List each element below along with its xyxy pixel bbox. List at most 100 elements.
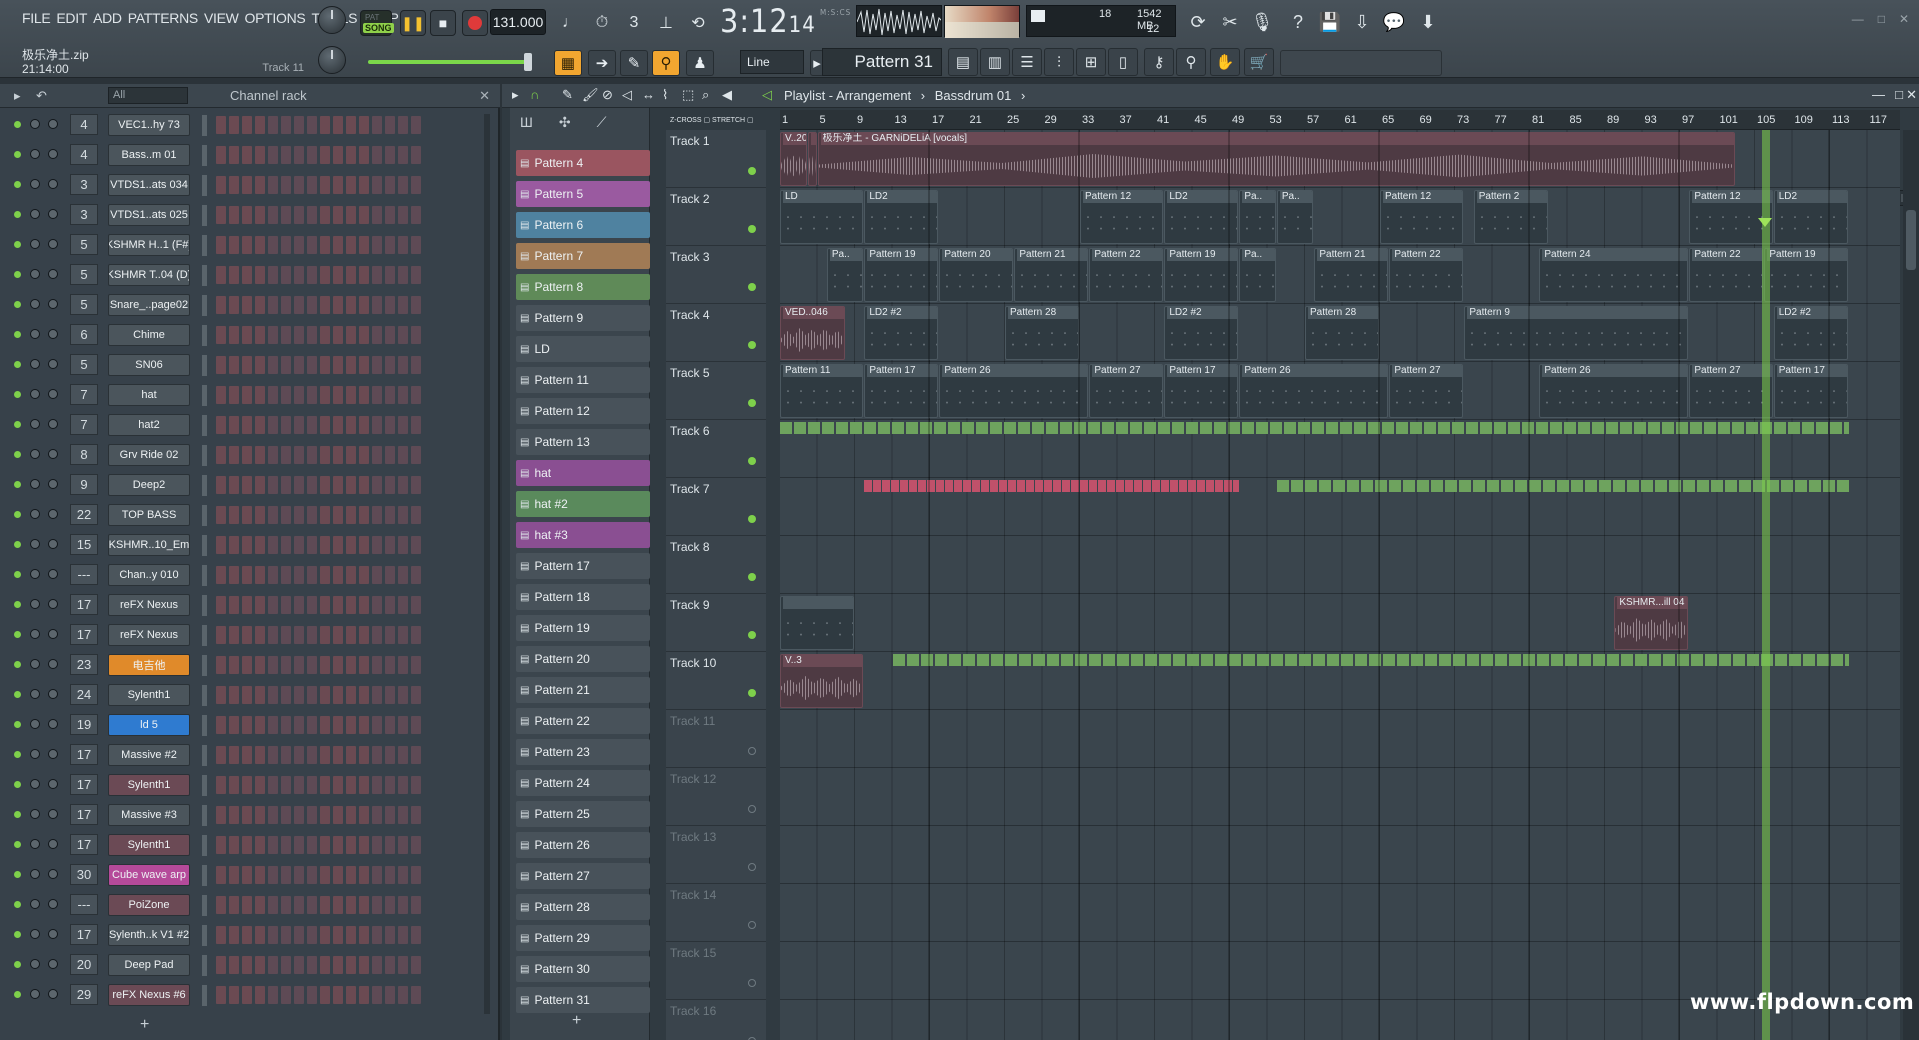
- channel-name-button[interactable]: Massive #2: [108, 744, 190, 766]
- minimize-icon[interactable]: —: [1872, 87, 1885, 102]
- channel-mixer-track[interactable]: 5: [70, 264, 98, 285]
- step-button[interactable]: [281, 146, 291, 164]
- step-button[interactable]: [333, 716, 343, 734]
- step-button[interactable]: [385, 176, 395, 194]
- step-button[interactable]: [359, 626, 369, 644]
- channel-name-button[interactable]: Sylenth1: [108, 834, 190, 856]
- step-button[interactable]: [307, 386, 317, 404]
- track-header[interactable]: Track 10: [666, 652, 766, 710]
- step-button[interactable]: [307, 866, 317, 884]
- step-button[interactable]: [333, 236, 343, 254]
- add-channel-icon[interactable]: +: [140, 1016, 149, 1034]
- channel-name-button[interactable]: Bass..m 01: [108, 144, 190, 166]
- pattern-clip[interactable]: LD2: [864, 190, 939, 244]
- channel-name-button[interactable]: VEC1..hy 73: [108, 114, 190, 136]
- channel-select-indicator[interactable]: [202, 235, 207, 256]
- arrow-right-button[interactable]: ➔: [588, 50, 616, 76]
- step-button[interactable]: [307, 926, 317, 944]
- step-button[interactable]: [281, 326, 291, 344]
- step-button[interactable]: [242, 776, 252, 794]
- channel-pan-knob[interactable]: [48, 119, 58, 129]
- step-button[interactable]: [385, 416, 395, 434]
- step-button[interactable]: [255, 326, 265, 344]
- pattern-clip[interactable]: Pattern 2: [1473, 190, 1548, 244]
- step-button[interactable]: [294, 956, 304, 974]
- step-button[interactable]: [385, 266, 395, 284]
- step-button[interactable]: [411, 866, 421, 884]
- step-sequencer[interactable]: [216, 506, 421, 524]
- wait-input-icon[interactable]: ⏱: [588, 10, 616, 36]
- step-button[interactable]: [411, 926, 421, 944]
- channel-select-indicator[interactable]: [202, 895, 207, 916]
- channel-select-indicator[interactable]: [202, 325, 207, 346]
- step-button[interactable]: [411, 236, 421, 254]
- step-button[interactable]: [242, 296, 252, 314]
- channel-select-indicator[interactable]: [202, 955, 207, 976]
- step-button[interactable]: [320, 686, 330, 704]
- channel-volume-knob[interactable]: [30, 209, 40, 219]
- master-volume-slider[interactable]: [368, 53, 532, 71]
- channel-name-button[interactable]: Cube wave arp: [108, 864, 190, 886]
- mute-tool-icon[interactable]: ◁: [622, 87, 632, 103]
- channel-volume-knob[interactable]: [30, 809, 40, 819]
- step-button[interactable]: [385, 746, 395, 764]
- track-header[interactable]: Track 3: [666, 246, 766, 304]
- playlist-view-button[interactable]: ▦: [554, 50, 582, 76]
- step-button[interactable]: [242, 236, 252, 254]
- channel-name-button[interactable]: KSHMR T..04 (D): [108, 264, 190, 286]
- step-button[interactable]: [359, 806, 369, 824]
- step-button[interactable]: [242, 866, 252, 884]
- step-button[interactable]: [346, 176, 356, 194]
- step-button[interactable]: [216, 716, 226, 734]
- pattern-clip[interactable]: Pattern 21: [1014, 248, 1089, 302]
- step-button[interactable]: [320, 596, 330, 614]
- step-button[interactable]: [372, 416, 382, 434]
- channel-enable-led[interactable]: [14, 961, 21, 968]
- step-button[interactable]: [307, 536, 317, 554]
- playback-tool-icon[interactable]: ◀: [722, 87, 732, 103]
- step-sequencer[interactable]: [216, 386, 421, 404]
- step-sequencer[interactable]: [216, 716, 421, 734]
- channel-pan-knob[interactable]: [48, 659, 58, 669]
- step-button[interactable]: [307, 626, 317, 644]
- step-button[interactable]: [268, 836, 278, 854]
- step-sequencer[interactable]: [216, 746, 421, 764]
- step-button[interactable]: [229, 956, 239, 974]
- channel-select-indicator[interactable]: [202, 205, 207, 226]
- step-button[interactable]: [242, 686, 252, 704]
- pattern-clip[interactable]: Pattern 19: [1164, 248, 1239, 302]
- step-button[interactable]: [385, 596, 395, 614]
- channel-volume-knob[interactable]: [30, 359, 40, 369]
- pattern-clip[interactable]: LD2: [1164, 190, 1239, 244]
- channel-name-button[interactable]: TOP BASS: [108, 504, 190, 526]
- channel-pan-knob[interactable]: [48, 509, 58, 519]
- channel-pan-knob[interactable]: [48, 779, 58, 789]
- step-button[interactable]: [333, 626, 343, 644]
- channel-pan-knob[interactable]: [48, 239, 58, 249]
- plugin-icon[interactable]: ⚷: [1144, 48, 1174, 76]
- step-button[interactable]: [398, 686, 408, 704]
- step-button[interactable]: [255, 416, 265, 434]
- step-button[interactable]: [307, 206, 317, 224]
- step-sequencer[interactable]: [216, 476, 421, 494]
- channel-volume-knob[interactable]: [30, 929, 40, 939]
- step-button[interactable]: [398, 146, 408, 164]
- cut-icon[interactable]: ✂: [1216, 8, 1244, 36]
- step-button[interactable]: [242, 326, 252, 344]
- channel-volume-knob[interactable]: [30, 839, 40, 849]
- step-button[interactable]: [411, 656, 421, 674]
- step-button[interactable]: [411, 446, 421, 464]
- track-header[interactable]: Track 14: [666, 884, 766, 942]
- step-sequencer[interactable]: [216, 326, 421, 344]
- step-button[interactable]: [229, 746, 239, 764]
- channel-mixer-track[interactable]: 19: [70, 714, 98, 735]
- channel-pan-knob[interactable]: [48, 839, 58, 849]
- pattern-picker-item[interactable]: Pattern 28: [516, 894, 650, 920]
- step-button[interactable]: [281, 986, 291, 1004]
- step-button[interactable]: [333, 176, 343, 194]
- step-sequencer[interactable]: [216, 236, 421, 254]
- step-button[interactable]: [346, 806, 356, 824]
- step-button[interactable]: [294, 296, 304, 314]
- step-button[interactable]: [281, 866, 291, 884]
- step-button[interactable]: [229, 296, 239, 314]
